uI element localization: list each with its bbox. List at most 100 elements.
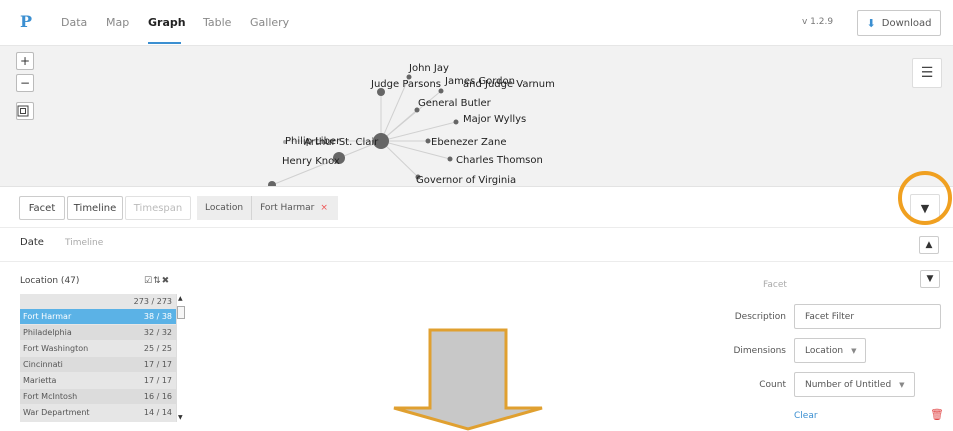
list-item-count: 14 / 14 — [143, 408, 172, 417]
graph-edges — [271, 76, 457, 186]
description-input[interactable]: Facet Filter — [794, 304, 941, 329]
caret-down-icon: ▼ — [851, 346, 857, 355]
node-label: General Butler — [418, 98, 492, 109]
list-item-count: 17 / 17 — [143, 360, 172, 369]
app-window: P Data Map Graph Table Gallery v 1.2.9 ⬇… — [0, 0, 953, 431]
sort-icon[interactable]: ⇅ — [153, 276, 162, 286]
caret-down-icon: ▼ — [899, 380, 905, 389]
list-item[interactable]: Fort Washington 25 / 25 — [20, 341, 176, 356]
graph-labels: John Jay Judge Parsons James Gordon and … — [282, 63, 555, 186]
date-facet-row: Date Timeline ▲ — [0, 228, 953, 262]
list-item-name: Marietta — [23, 376, 57, 385]
graph-node[interactable] — [425, 138, 431, 144]
nav-link-map[interactable]: Map — [106, 16, 129, 29]
top-nav: P Data Map Graph Table Gallery v 1.2.9 ⬇… — [0, 0, 953, 46]
timeline-button[interactable]: Timeline — [67, 196, 123, 220]
dimensions-select[interactable]: Location ▼ — [794, 338, 866, 363]
chevron-down-icon: ▼ — [920, 201, 930, 215]
location-filter-chip: Location Fort Harmar × — [197, 196, 338, 220]
node-label: Charles Thomson — [456, 155, 543, 166]
list-item-count: 17 / 17 — [143, 376, 172, 385]
list-item[interactable]: Fort McIntosh 16 / 16 — [20, 389, 176, 404]
facet-panel-collapse-button[interactable]: ▼ — [920, 270, 940, 288]
node-label: Arthur St. Clair — [304, 137, 379, 148]
scroll-thumb[interactable] — [177, 306, 185, 319]
node-label: Henry Knox — [282, 156, 340, 167]
list-item-name: Cincinnati — [23, 360, 63, 369]
chip-remove-icon[interactable]: × — [320, 203, 338, 213]
filter-bar: Facet Timeline Timespan Location Fort Ha… — [0, 186, 953, 228]
chip-value: Fort Harmar — [260, 203, 315, 213]
download-icon: ⬇ — [866, 16, 876, 30]
zoom-in-button[interactable]: + — [16, 52, 34, 70]
node-label: Governor of Virginia — [416, 175, 516, 186]
version-label: v 1.2.9 — [802, 17, 834, 27]
scroll-down-icon[interactable]: ▼ — [178, 414, 183, 421]
location-list[interactable]: 273 / 273 Fort Harmar 38 / 38 Philadelph… — [20, 294, 176, 422]
graph-node[interactable] — [447, 156, 453, 162]
list-item-count: 25 / 25 — [143, 344, 172, 353]
location-facet-title: Location (47) — [20, 276, 80, 286]
nav-link-table[interactable]: Table — [203, 16, 231, 29]
list-item-count: 16 / 16 — [143, 392, 172, 401]
list-item[interactable]: Philadelphia 32 / 32 — [20, 325, 176, 340]
close-icon[interactable]: ✖ — [162, 276, 171, 286]
node-label: and Judge Varnum — [463, 79, 555, 90]
location-facet-tools: ☑⇅✖ — [144, 276, 170, 286]
list-item-name: War Department — [23, 408, 90, 417]
clear-link[interactable]: Clear — [794, 411, 818, 421]
node-label: Judge Parsons — [370, 79, 441, 90]
app-logo[interactable]: P — [20, 12, 32, 31]
location-list-scrollbar[interactable]: ▲ ▼ — [176, 294, 185, 422]
node-label: Major Wyllys — [463, 114, 526, 125]
description-label: Description — [734, 312, 786, 322]
node-label: John Jay — [408, 63, 449, 74]
graph-menu-button[interactable]: ☰ — [912, 58, 942, 88]
nav-link-data[interactable]: Data — [61, 16, 87, 29]
down-arrow-annotation — [393, 328, 543, 431]
list-item-name: Philadelphia — [23, 328, 72, 337]
list-item[interactable]: Cincinnati 17 / 17 — [20, 357, 176, 372]
dimensions-label: Dimensions — [733, 346, 786, 356]
fit-view-button[interactable] — [16, 102, 34, 120]
trash-icon[interactable]: 🗑 — [930, 408, 944, 421]
scroll-up-icon[interactable]: ▲ — [178, 295, 183, 302]
dimensions-value: Location — [805, 345, 844, 356]
list-header: 273 / 273 — [20, 294, 176, 309]
collapse-panel-button[interactable]: ▼ — [910, 194, 940, 222]
timespan-button[interactable]: Timespan — [125, 196, 191, 220]
hamburger-icon: ☰ — [920, 65, 934, 81]
fit-icon — [17, 105, 29, 117]
list-item[interactable]: Marietta 17 / 17 — [20, 373, 176, 388]
node-label: Ebenezer Zane — [431, 137, 506, 148]
date-title: Date — [20, 237, 44, 248]
nav-link-gallery[interactable]: Gallery — [250, 16, 289, 29]
count-value: Number of Untitled — [805, 379, 892, 390]
down-arrow-shape — [393, 328, 543, 431]
count-label: Count — [759, 380, 786, 390]
select-all-icon[interactable]: ☑ — [144, 276, 153, 286]
nav-link-graph[interactable]: Graph — [148, 16, 186, 29]
list-item[interactable]: Fort Harmar 38 / 38 — [20, 309, 176, 324]
active-tab-indicator — [148, 42, 181, 44]
list-item-name: Fort McIntosh — [23, 392, 78, 401]
list-item-count: 32 / 32 — [143, 328, 172, 337]
graph-nodes[interactable] — [268, 74, 459, 187]
count-select[interactable]: Number of Untitled ▼ — [794, 372, 915, 397]
facet-panel-title: Facet — [763, 280, 787, 290]
list-item-count: 38 / 38 — [143, 312, 172, 321]
chevron-up-icon: ▲ — [925, 240, 933, 250]
chevron-down-icon: ▼ — [926, 274, 934, 284]
graph-view[interactable]: John Jay Judge Parsons James Gordon and … — [0, 46, 953, 186]
list-header-count: 273 / 273 — [133, 297, 172, 306]
list-item[interactable]: War Department 14 / 14 — [20, 405, 176, 420]
facet-button[interactable]: Facet — [19, 196, 65, 220]
date-subtitle: Timeline — [65, 238, 104, 248]
network-graph[interactable]: John Jay Judge Parsons James Gordon and … — [0, 46, 953, 186]
download-label: Download — [881, 17, 932, 29]
date-collapse-button[interactable]: ▲ — [919, 236, 939, 254]
download-button[interactable]: ⬇ Download — [857, 10, 941, 36]
chip-label: Location — [197, 196, 253, 220]
graph-node[interactable] — [453, 119, 459, 125]
zoom-out-button[interactable]: − — [16, 74, 34, 92]
